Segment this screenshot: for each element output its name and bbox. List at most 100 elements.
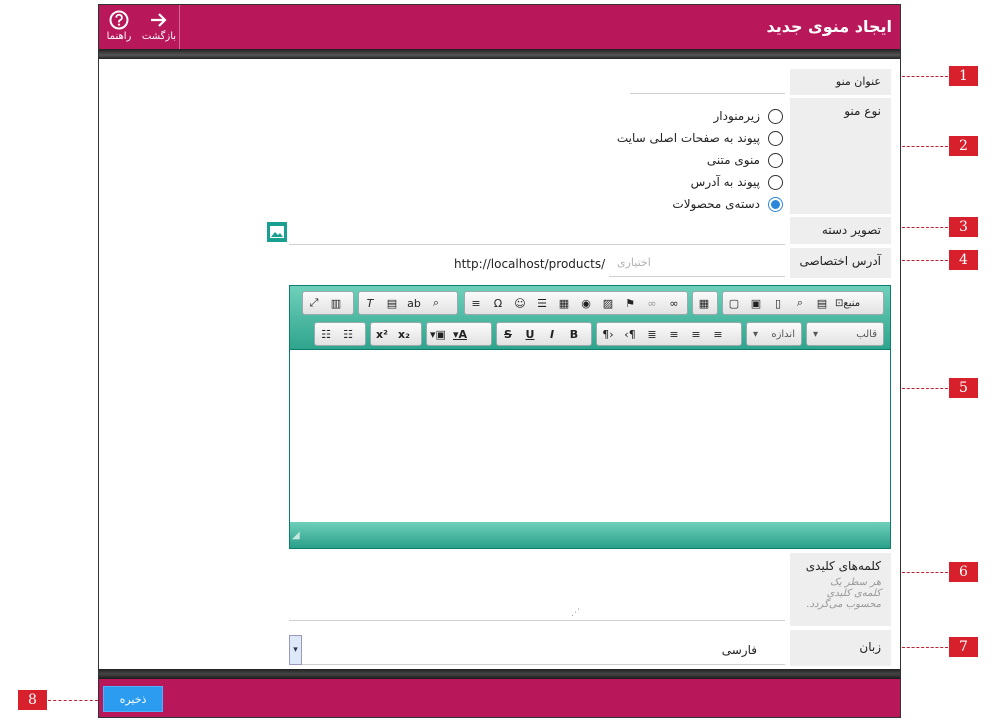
format-select[interactable]: ▾ قالب — [806, 322, 884, 346]
back-label: بازگشت — [141, 31, 177, 42]
align-left-button[interactable]: ≡ — [663, 323, 685, 345]
custom-url-label: آدرس اختصاصی — [790, 248, 891, 278]
callout-5: 5 — [949, 378, 978, 398]
editor-footer: ◢ — [290, 522, 890, 548]
keywords-hint: هر سطر یک کلمه‌ی کلیدی محسوب می‌گردد. — [806, 577, 881, 610]
bg-color-button[interactable]: ▾▣ — [427, 323, 449, 345]
header-bar: ایجاد منوی جدید راهنما بازگشت — [99, 5, 900, 49]
header-divider — [99, 49, 900, 59]
toolbar-group-insert: ≡ Ω ☺ ☰ ▦ ◉ ▨ ⚑ ∞ ∞ — [464, 291, 688, 315]
chevron-down-icon[interactable]: ▾ — [289, 635, 302, 665]
superscript-button[interactable]: x² — [371, 323, 393, 345]
size-select[interactable]: ▾ اندازه — [746, 322, 802, 346]
radio-circle — [768, 152, 783, 168]
link-button[interactable]: ∞ — [663, 292, 685, 314]
flash-button[interactable]: ◉ — [575, 292, 597, 314]
back-button[interactable]: بازگشت — [139, 5, 179, 49]
anchor-button[interactable]: ⚑ — [619, 292, 641, 314]
menu-type-label: نوع منو — [790, 98, 891, 214]
header-actions: راهنما بازگشت — [99, 5, 180, 49]
toolbar-group-align: ¶› ‹¶ ≣ ≡ ≡ ≡ — [596, 322, 742, 346]
remove-format-button[interactable]: T — [359, 292, 381, 314]
copy-format-button[interactable]: ▤ — [381, 292, 403, 314]
keywords-label: کلمه‌های کلیدی — [805, 559, 881, 573]
radio-product-category[interactable]: دسته‌ی محصولات — [617, 193, 783, 215]
source-button[interactable]: ⊡ منبع — [833, 292, 862, 314]
preview-button[interactable]: ⌕ — [789, 292, 811, 314]
toolbar-group-basic: S U I B — [496, 322, 592, 346]
keywords-textarea[interactable]: ⋰ — [289, 553, 785, 621]
language-value: فارسی — [721, 643, 757, 657]
menu-title-input[interactable] — [630, 69, 785, 94]
bold-button[interactable]: B — [563, 323, 585, 345]
chevron-down-icon: ▾ — [813, 328, 819, 340]
footer-divider — [99, 669, 900, 679]
find-icon[interactable]: ⌕ — [425, 292, 447, 314]
image-icon — [270, 226, 284, 238]
bidi-rtl-button[interactable]: ‹¶ — [619, 323, 641, 345]
callout-line — [902, 647, 948, 648]
callout-6: 6 — [949, 562, 978, 582]
bulleted-list-button[interactable]: ☷ — [315, 323, 337, 345]
callout-1: 1 — [949, 66, 978, 86]
radio-text-menu[interactable]: منوی متنی — [617, 149, 783, 171]
toolbar-group-document: ▢ ▣ ▯ ⌕ ▤ ⊡ منبع — [722, 291, 884, 315]
maximize-button[interactable]: ⤢ — [303, 292, 325, 314]
chevron-down-icon: ▾ — [753, 328, 759, 340]
radio-url-link[interactable]: پیوند به آدرس — [617, 171, 783, 193]
help-button[interactable]: راهنما — [99, 5, 139, 49]
save-doc-button[interactable]: ▣ — [745, 292, 767, 314]
bidi-ltr-button[interactable]: ¶› — [597, 323, 619, 345]
keywords-label-box: کلمه‌های کلیدی هر سطر یک کلمه‌ی کلیدی مح… — [790, 553, 891, 626]
toolbar-group-paste: ▦ — [692, 291, 718, 315]
subscript-button[interactable]: x₂ — [393, 323, 415, 345]
language-label: زبان — [790, 630, 891, 666]
justify-button[interactable]: ≣ — [641, 323, 663, 345]
image-picker-button[interactable] — [267, 222, 287, 242]
new-page-button[interactable]: ▯ — [767, 292, 789, 314]
resize-grip-icon[interactable]: ⋰ — [571, 608, 580, 618]
custom-url-input[interactable]: اختیاری — [609, 248, 785, 277]
unlink-button[interactable]: ∞ — [641, 292, 663, 314]
image-insert-button[interactable]: ▨ — [597, 292, 619, 314]
category-image-field[interactable] — [289, 217, 785, 245]
radio-main-pages-link[interactable]: پیوند به صفحات اصلی سایت — [617, 127, 783, 149]
print-button[interactable]: ▤ — [811, 292, 833, 314]
toolbar-group-lists: ☷ ☷ — [314, 322, 366, 346]
callout-line — [902, 260, 948, 261]
templates-button[interactable]: ▢ — [723, 292, 745, 314]
table-button[interactable]: ▦ — [553, 292, 575, 314]
editor-content-area[interactable] — [290, 350, 890, 522]
language-select[interactable]: فارسی ▾ — [289, 635, 785, 665]
page-title: ایجاد منوی جدید — [766, 17, 892, 36]
smiley-button[interactable]: ☺ — [509, 292, 531, 314]
horizontal-rule-button[interactable]: ☰ — [531, 292, 553, 314]
italic-button[interactable]: I — [541, 323, 563, 345]
iframe-button[interactable]: ≡ — [465, 292, 487, 314]
special-char-button[interactable]: Ω — [487, 292, 509, 314]
align-right-button[interactable]: ≡ — [707, 323, 729, 345]
category-image-label: تصویر دسته — [790, 217, 891, 244]
radio-circle — [768, 174, 783, 190]
text-color-button[interactable]: ▾ A — [449, 323, 471, 345]
callout-line — [902, 388, 948, 389]
callout-4: 4 — [949, 250, 978, 270]
strike-button[interactable]: S — [497, 323, 519, 345]
callout-line — [902, 76, 948, 77]
show-blocks-button[interactable]: ▥ — [325, 292, 347, 314]
align-center-button[interactable]: ≡ — [685, 323, 707, 345]
help-label: راهنما — [106, 31, 132, 42]
url-prefix: http://localhost/products/ — [454, 257, 606, 271]
footer-bar: ذخیره — [99, 679, 900, 717]
callout-2: 2 — [949, 136, 978, 156]
paste-text-button[interactable]: ▦ — [693, 292, 715, 314]
spellcheck-button[interactable]: ab — [403, 292, 425, 314]
source-icon: ⊡ — [835, 297, 844, 309]
callout-3: 3 — [949, 217, 978, 237]
toolbar-group-tools: T ▤ ab ⌕ — [358, 291, 458, 315]
radio-submenu[interactable]: زیرمنودار — [617, 105, 783, 127]
numbered-list-button[interactable]: ☷ — [337, 323, 359, 345]
resize-handle-icon[interactable]: ◢ — [292, 530, 300, 541]
underline-button[interactable]: U — [519, 323, 541, 345]
save-button[interactable]: ذخیره — [103, 686, 163, 712]
